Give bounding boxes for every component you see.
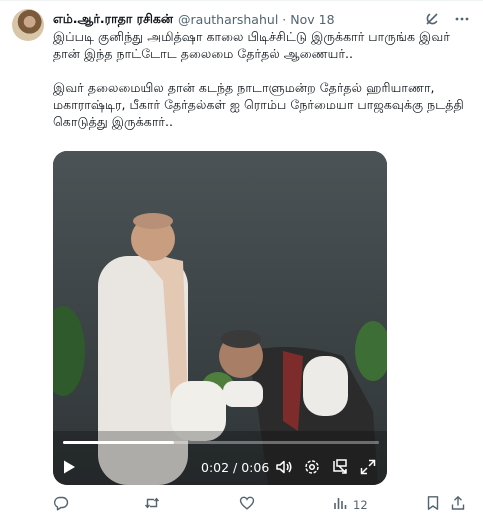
tweet[interactable]: எம்.ஆர்.ராதா ரசிகன் @rautharshahul · Nov… xyxy=(0,0,483,519)
separator: · xyxy=(282,11,287,27)
like-icon xyxy=(239,495,255,514)
video-player[interactable]: 0:02 / 0:06 xyxy=(53,151,387,485)
share-button[interactable] xyxy=(450,495,466,514)
volume-icon[interactable] xyxy=(275,458,293,476)
reply-icon xyxy=(53,495,69,514)
more-icon[interactable] xyxy=(453,10,471,28)
retweet-button[interactable] xyxy=(144,495,165,514)
share-icon xyxy=(450,495,466,514)
bookmark-button[interactable] xyxy=(425,495,441,514)
video-timecode: 0:02 / 0:06 xyxy=(201,460,270,475)
user-handle[interactable]: @rautharshahul xyxy=(178,12,278,27)
play-icon[interactable] xyxy=(61,459,77,475)
grok-icon[interactable] xyxy=(423,10,441,28)
tweet-actions: 12 xyxy=(53,493,471,515)
views-button[interactable]: 12 xyxy=(332,495,368,514)
picture-in-picture-icon[interactable] xyxy=(331,458,349,476)
tweet-date[interactable]: Nov 18 xyxy=(290,12,334,27)
video-frame xyxy=(53,151,387,485)
settings-icon[interactable] xyxy=(303,458,321,476)
video-controls: 0:02 / 0:06 xyxy=(53,453,387,481)
progress-fill xyxy=(63,441,174,444)
like-button[interactable] xyxy=(239,495,260,514)
tweet-header: எம்.ஆர்.ராதா ரசிகன் @rautharshahul · Nov… xyxy=(53,10,471,28)
views-count: 12 xyxy=(353,497,368,512)
reply-button[interactable] xyxy=(53,495,74,514)
avatar[interactable] xyxy=(12,9,44,41)
display-name[interactable]: எம்.ஆர்.ராதா ரசிகன் xyxy=(53,11,173,28)
bookmark-icon xyxy=(425,495,441,514)
retweet-icon xyxy=(144,495,160,514)
tweet-text: இப்படி குனிந்து அமித்ஷா காலை பிடிச்சிட்ட… xyxy=(53,29,464,129)
fullscreen-icon[interactable] xyxy=(359,458,377,476)
progress-bar[interactable] xyxy=(63,441,379,444)
views-icon xyxy=(332,495,348,514)
